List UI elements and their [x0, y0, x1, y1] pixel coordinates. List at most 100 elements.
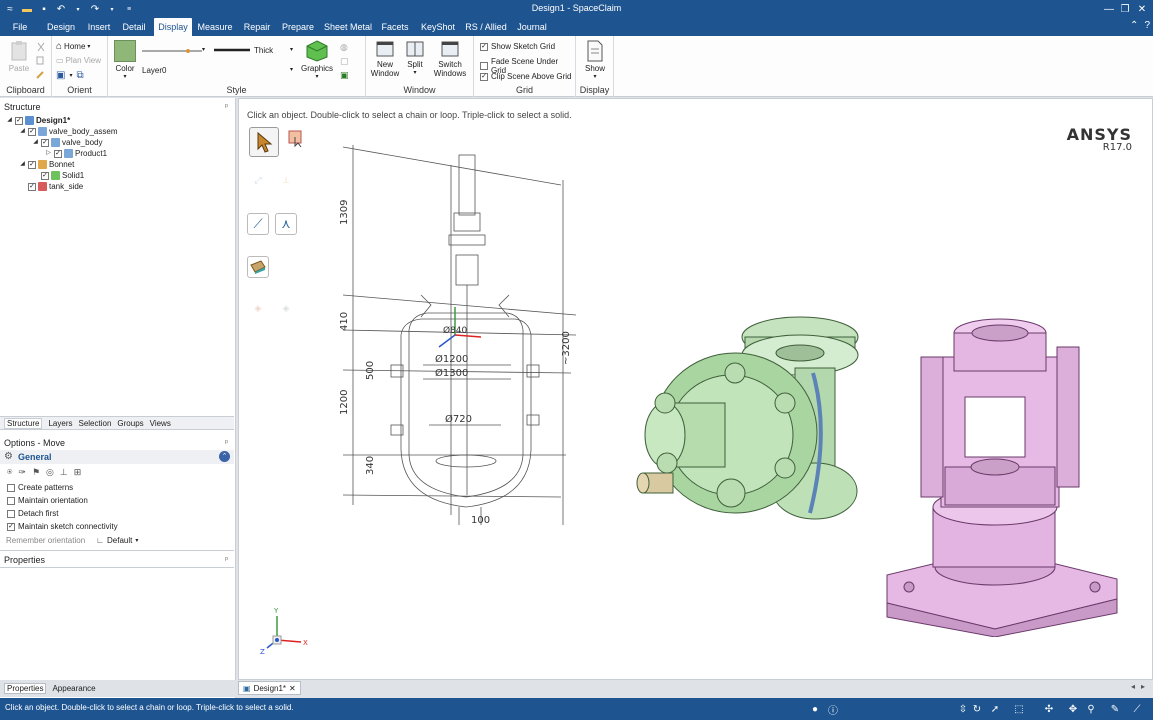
- tree-item-solid1[interactable]: ✓ Solid1: [32, 170, 84, 181]
- plan-view-button[interactable]: ▭ Plan View: [56, 56, 101, 65]
- ruler-icon[interactable]: ◎: [46, 467, 54, 478]
- collapse-section-icon[interactable]: ⌃: [219, 451, 230, 462]
- combine-tool-button[interactable]: ◈: [275, 297, 297, 319]
- collapse-icon[interactable]: ◢: [6, 115, 13, 126]
- render-style-icon[interactable]: ▣: [340, 70, 349, 81]
- tab-selection[interactable]: Selection: [78, 419, 111, 428]
- checkbox-checked-icon[interactable]: ✓: [28, 127, 36, 136]
- clip-scene-checkbox[interactable]: ✓ Clip Scene Above Grid: [480, 72, 572, 81]
- transparency-icon[interactable]: ▢: [340, 56, 349, 67]
- bonnet-model[interactable]: [885, 317, 1121, 637]
- up-to-icon[interactable]: ⊥: [60, 467, 68, 478]
- tab-repair[interactable]: Repair: [240, 18, 274, 36]
- switch-windows-button[interactable]: Switch Windows: [430, 40, 470, 78]
- tab-design1[interactable]: ▣ Design1* ✕: [238, 681, 301, 695]
- new-window-button[interactable]: New Window: [370, 40, 400, 78]
- checkbox-checked-icon[interactable]: ✓: [28, 182, 36, 191]
- tab-layers[interactable]: Layers: [48, 419, 72, 428]
- create-patterns-checkbox[interactable]: Create patterns: [7, 483, 73, 492]
- pin-icon[interactable]: ᵖ: [225, 436, 228, 450]
- record-icon[interactable]: ●: [808, 702, 822, 716]
- tab-keyshot[interactable]: KeyShot: [418, 18, 458, 36]
- tab-journal[interactable]: Journal: [514, 18, 550, 36]
- collapse-icon[interactable]: ◢: [32, 137, 39, 148]
- expand-icon[interactable]: ▷: [45, 148, 52, 159]
- move-tool-button[interactable]: ⟂: [275, 169, 297, 191]
- close-icon[interactable]: ✕: [1131, 0, 1153, 18]
- orbit-icon[interactable]: ✣: [1042, 702, 1056, 716]
- paste-button[interactable]: Paste: [6, 40, 32, 73]
- select-mode-icon[interactable]: ➚: [988, 702, 1002, 716]
- maintain-sketch-connectivity-checkbox[interactable]: ✓ Maintain sketch connectivity: [7, 522, 118, 531]
- detach-first-checkbox[interactable]: Detach first: [7, 509, 58, 518]
- chevron-down-icon[interactable]: ▾: [135, 537, 138, 544]
- tree-item-valve-body-assem[interactable]: ◢ ✓ valve_body_assem: [19, 126, 117, 137]
- tree-item-valve-body[interactable]: ◢ ✓ valve_body: [32, 137, 102, 148]
- checkbox-checked-icon[interactable]: ✓: [54, 149, 62, 158]
- move-along-icon[interactable]: ✑: [18, 467, 26, 478]
- checkbox-checked-icon[interactable]: ✓: [41, 171, 49, 180]
- tab-properties[interactable]: Properties: [4, 683, 47, 694]
- view-cube-icon[interactable]: ▣: [56, 70, 65, 81]
- plane-tool-button[interactable]: [247, 256, 269, 278]
- tank-sketch-drawing[interactable]: 1309 410 500 1200 340 Ø1200 Ø1300 Ø720 ~…: [331, 125, 591, 530]
- tab-structure[interactable]: Structure: [4, 417, 43, 429]
- show-sketch-grid-checkbox[interactable]: ✓ Show Sketch Grid: [480, 42, 555, 51]
- tab-facets[interactable]: Facets: [380, 18, 410, 36]
- graphics-button[interactable]: Graphics ▾: [300, 40, 334, 80]
- help-icon[interactable]: ?: [1144, 20, 1150, 31]
- visibility-icon[interactable]: ◍: [340, 42, 348, 53]
- tree-item-bonnet[interactable]: ◢ ✓ Bonnet: [19, 159, 74, 170]
- tab-insert[interactable]: Insert: [84, 18, 114, 36]
- layer-dropdown[interactable]: Layer0: [142, 66, 166, 75]
- checkbox-checked-icon[interactable]: ✓: [15, 116, 23, 125]
- line-style-icon[interactable]: [142, 46, 210, 56]
- box-select-icon[interactable]: ⬚: [1012, 702, 1026, 716]
- chevron-down-icon[interactable]: ▾: [290, 66, 293, 73]
- line-weight-icon[interactable]: [214, 47, 252, 53]
- tab-groups[interactable]: Groups: [117, 419, 143, 428]
- home-button[interactable]: ⌂ Home ▾: [56, 41, 90, 52]
- line-tool-icon[interactable]: ⟋: [1130, 702, 1144, 716]
- tree-item-tank-side[interactable]: ✓ tank_side: [19, 181, 83, 192]
- fill-tool-button[interactable]: ◈: [247, 297, 269, 319]
- collapse-icon[interactable]: ◢: [19, 126, 26, 137]
- select-tool-button[interactable]: [249, 127, 279, 157]
- split-button[interactable]: Split ▾: [402, 40, 428, 76]
- chevron-down-icon[interactable]: ▾: [202, 46, 205, 53]
- scroll-right-icon[interactable]: ▸: [1141, 682, 1145, 691]
- tree-item-product1[interactable]: ▷ ✓ Product1: [45, 148, 107, 159]
- tree-item-design1[interactable]: ◢ ✓ Design1*: [6, 115, 70, 126]
- triad-tool-button[interactable]: ⋏: [275, 213, 297, 235]
- tab-detail[interactable]: Detail: [118, 18, 150, 36]
- tab-design[interactable]: Design: [42, 18, 80, 36]
- chevron-down-icon[interactable]: ▾: [290, 46, 293, 53]
- scroll-left-icon[interactable]: ◂: [1131, 682, 1135, 691]
- zoom-icon[interactable]: ⚲: [1084, 702, 1098, 716]
- copy-icon[interactable]: [36, 56, 46, 66]
- anchor-icon[interactable]: ⍟: [7, 467, 12, 478]
- spin-icon[interactable]: ⇳: [956, 702, 970, 716]
- info-icon[interactable]: ⓘ: [826, 702, 840, 717]
- rotate-icon[interactable]: ↻: [970, 702, 984, 716]
- color-button[interactable]: Color ▾: [112, 40, 138, 80]
- select-box-tool-button[interactable]: [285, 127, 307, 149]
- sketch-pencil-icon[interactable]: ✎: [1108, 702, 1122, 716]
- format-painter-icon[interactable]: [36, 70, 46, 80]
- snap-view-icon[interactable]: ⧉: [76, 70, 83, 81]
- cut-icon[interactable]: [36, 42, 46, 52]
- tab-views[interactable]: Views: [150, 419, 171, 428]
- options-section-header[interactable]: ⚙ General ⌃: [0, 450, 234, 464]
- tab-file[interactable]: File: [6, 18, 34, 36]
- show-button[interactable]: Show ▾: [582, 40, 608, 80]
- pin-icon[interactable]: ᵖ: [225, 553, 228, 567]
- tab-sheet-metal[interactable]: Sheet Metal: [322, 18, 374, 36]
- pull-tool-button[interactable]: ⤢: [247, 169, 269, 191]
- dimension-icon[interactable]: ⊞: [74, 467, 82, 478]
- line-weight-dropdown[interactable]: Thick: [254, 46, 273, 55]
- remember-orientation-dropdown[interactable]: Default: [107, 536, 132, 545]
- tab-rs-allied[interactable]: RS / Allied: [462, 18, 510, 36]
- pivot-icon[interactable]: ⚑: [32, 467, 40, 478]
- tab-display[interactable]: Display: [154, 18, 192, 36]
- checkbox-checked-icon[interactable]: ✓: [41, 138, 49, 147]
